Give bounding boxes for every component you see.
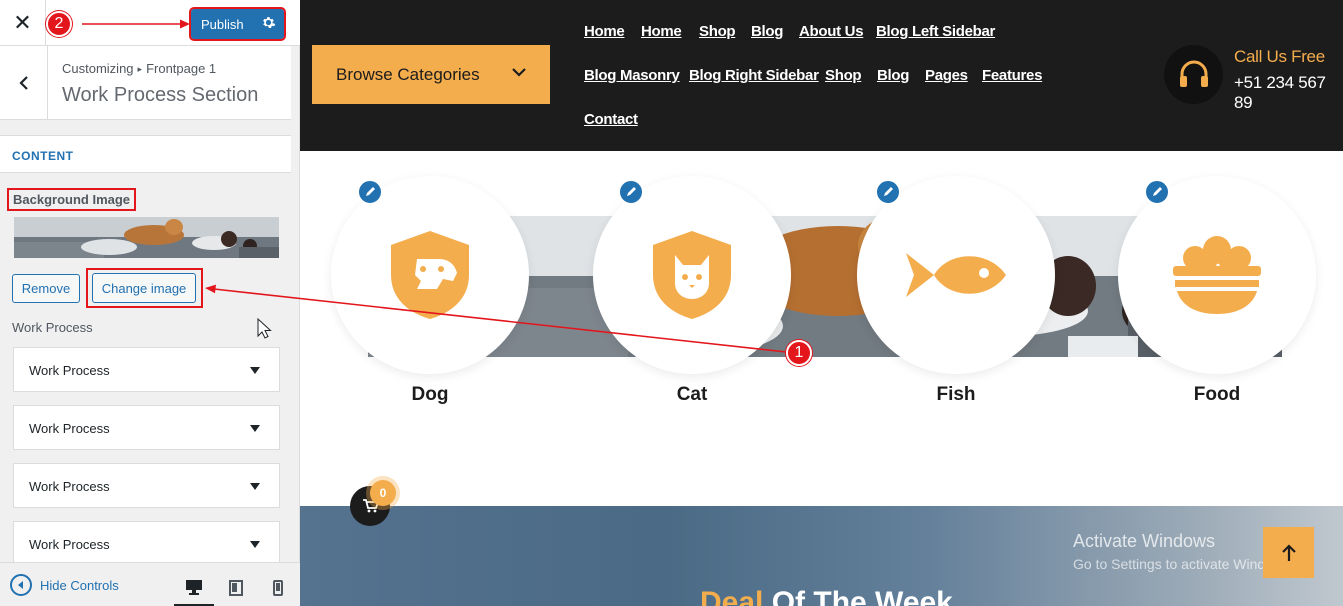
call-us-label: Call Us Free: [1234, 47, 1325, 66]
work-process-accordion[interactable]: Work Process: [13, 521, 280, 566]
nav-link-features[interactable]: Features: [982, 67, 1042, 84]
category-name-fish: Fish: [936, 384, 976, 405]
content-tab-label: CONTENT: [12, 149, 74, 163]
content-tab[interactable]: CONTENT: [0, 135, 291, 173]
category-name-cat: Cat: [676, 384, 708, 405]
deal-title-highlight: Deal: [700, 586, 764, 606]
browse-categories-button[interactable]: Browse Categories: [312, 45, 550, 104]
nav-link-home[interactable]: Home: [641, 23, 682, 40]
nav-link-home[interactable]: Home: [584, 23, 625, 40]
publish-label: Publish: [201, 16, 244, 32]
nav-link-shop[interactable]: Shop: [825, 67, 862, 84]
breadcrumb-page: Frontpage 1: [146, 61, 217, 76]
headset-icon: [1164, 45, 1223, 104]
caret-down-icon: [250, 367, 260, 374]
change-image-button[interactable]: Change image: [92, 273, 196, 303]
pencil-icon: [627, 187, 636, 196]
nav-link-pages[interactable]: Pages: [925, 67, 968, 84]
edit-shortcut-button[interactable]: [875, 179, 901, 205]
close-customizer-button[interactable]: ✕: [0, 0, 46, 46]
activate-windows-subtitle: Go to Settings to activate Windows.: [1073, 556, 1294, 572]
chevron-down-icon: [512, 68, 526, 77]
food-bowl-icon: [1173, 236, 1261, 314]
nav-link-blog-masonry[interactable]: Blog Masonry: [584, 67, 680, 84]
category-name-food: Food: [1193, 384, 1241, 405]
accordion-title: Work Process: [29, 537, 110, 552]
site-header: Browse Categories Home Home Shop Blog Ab…: [300, 0, 1343, 151]
nav-link-blog[interactable]: Blog: [877, 67, 909, 84]
browse-categories-label: Browse Categories: [336, 64, 480, 84]
category-name-dog: Dog: [411, 384, 449, 405]
collapse-icon: [10, 574, 32, 596]
work-process-label: Work Process: [12, 320, 93, 335]
breadcrumb-arrow-icon: ▸: [137, 64, 143, 74]
edit-shortcut-button[interactable]: [357, 179, 383, 205]
category-card-cat[interactable]: [593, 176, 791, 374]
cat-shield-icon: [653, 231, 731, 319]
deal-of-the-week-title: Deal Of The Week: [700, 586, 953, 606]
work-process-accordion[interactable]: Work Process: [13, 347, 280, 392]
accordion-title: Work Process: [29, 363, 110, 378]
publish-button[interactable]: Publish: [189, 7, 286, 41]
caret-down-icon: [250, 541, 260, 548]
background-image-thumbnail: [14, 217, 279, 258]
nav-link-blog[interactable]: Blog: [751, 23, 783, 40]
hide-controls-button[interactable]: Hide Controls: [10, 574, 119, 596]
device-desktop-button[interactable]: [174, 569, 214, 606]
scroll-to-top-button[interactable]: [1263, 527, 1314, 578]
caret-down-icon: [250, 483, 260, 490]
deal-title-rest: Of The Week: [763, 586, 953, 606]
remove-image-button[interactable]: Remove: [12, 274, 80, 303]
accordion-title: Work Process: [29, 421, 110, 436]
tablet-icon: [229, 580, 243, 596]
nav-link-blog-left-sidebar[interactable]: Blog Left Sidebar: [876, 23, 995, 40]
pencil-icon: [366, 187, 375, 196]
dog-shield-icon: [391, 231, 469, 319]
breadcrumb-root: Customizing: [62, 61, 134, 76]
nav-link-blog-right-sidebar[interactable]: Blog Right Sidebar: [689, 67, 819, 84]
device-tablet-button[interactable]: [216, 569, 256, 606]
section-header: Customizing ▸ Frontpage 1 Work Process Sec…: [0, 46, 291, 120]
breadcrumb: Customizing ▸ Frontpage 1: [62, 61, 216, 76]
back-button[interactable]: [0, 46, 48, 120]
call-us-number[interactable]: +51 234 567 89: [1234, 73, 1343, 113]
accordion-title: Work Process: [29, 479, 110, 494]
site-preview: Browse Categories Home Home Shop Blog Ab…: [300, 0, 1343, 606]
caret-down-icon: [250, 425, 260, 432]
annotation-step-1-badge: 1: [786, 340, 812, 366]
nav-link-shop[interactable]: Shop: [699, 23, 736, 40]
gear-icon[interactable]: [261, 15, 276, 30]
nav-link-about-us[interactable]: About Us: [799, 23, 864, 40]
customizer-footer: Hide Controls: [0, 562, 300, 606]
edit-shortcut-button[interactable]: [618, 179, 644, 205]
pencil-icon: [884, 187, 893, 196]
cart-count-badge: 0: [370, 480, 396, 506]
category-card-dog[interactable]: [331, 176, 529, 374]
chevron-left-icon: [18, 76, 28, 90]
section-title: Work Process Section: [62, 84, 259, 106]
customizer-sidebar: ✕ 2 Publish Customizing ▸ Frontpage 1 Work…: [0, 0, 300, 606]
background-image-label: Background Image: [7, 188, 137, 211]
nav-link-contact[interactable]: Contact: [584, 111, 638, 128]
edit-shortcut-button[interactable]: [1144, 179, 1170, 205]
mobile-icon: [273, 580, 283, 596]
arrow-up-icon: [1281, 543, 1296, 561]
fish-icon: [906, 253, 1006, 297]
activate-windows-title: Activate Windows: [1073, 531, 1216, 551]
hide-controls-label: Hide Controls: [40, 577, 119, 593]
annotation-step-2-badge: 2: [46, 11, 72, 37]
close-icon: ✕: [13, 10, 32, 35]
customizer-topbar: ✕ 2 Publish: [0, 0, 300, 46]
work-process-accordion[interactable]: Work Process: [13, 463, 280, 508]
category-card-fish[interactable]: [857, 176, 1055, 374]
work-process-accordion[interactable]: Work Process: [13, 405, 280, 450]
device-mobile-button[interactable]: [258, 569, 298, 606]
pencil-icon: [1153, 187, 1162, 196]
category-card-food[interactable]: [1118, 176, 1316, 374]
desktop-icon: [186, 579, 202, 595]
